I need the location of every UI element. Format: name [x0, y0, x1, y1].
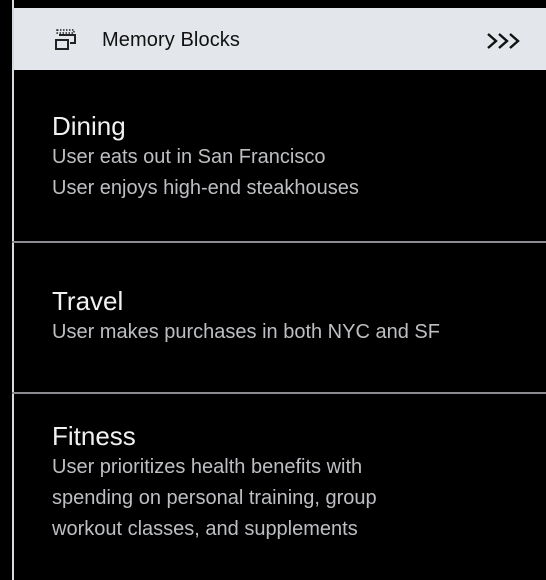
panel-title: Memory Blocks: [102, 29, 240, 51]
block-line: spending on personal training, group: [52, 487, 377, 509]
memory-block-travel: Travel User makes purchases in both NYC …: [12, 285, 546, 348]
triple-chevron-right-icon[interactable]: [484, 29, 526, 53]
panel-header[interactable]: Memory Blocks: [12, 8, 546, 70]
block-line: User prioritizes health benefits with: [52, 456, 363, 478]
block-divider: [12, 241, 546, 243]
block-divider: [12, 392, 546, 394]
block-line: User enjoys high-end steakhouses: [52, 177, 359, 199]
block-line: User eats out in San Francisco: [52, 146, 326, 168]
block-title: Dining: [52, 111, 126, 141]
block-line: workout classes, and supplements: [52, 518, 358, 540]
memory-block-fitness: Fitness User prioritizes health benefits…: [12, 420, 546, 545]
memory-block-dining: Dining User eats out in San Francisco Us…: [12, 110, 546, 204]
memory-blocks-icon: [55, 29, 76, 50]
block-title: Fitness: [52, 421, 136, 451]
block-title: Travel: [52, 286, 124, 316]
block-line: User makes purchases in both NYC and SF: [52, 321, 440, 343]
memory-blocks-panel: Memory Blocks Dining User eats out in Sa…: [0, 0, 546, 580]
